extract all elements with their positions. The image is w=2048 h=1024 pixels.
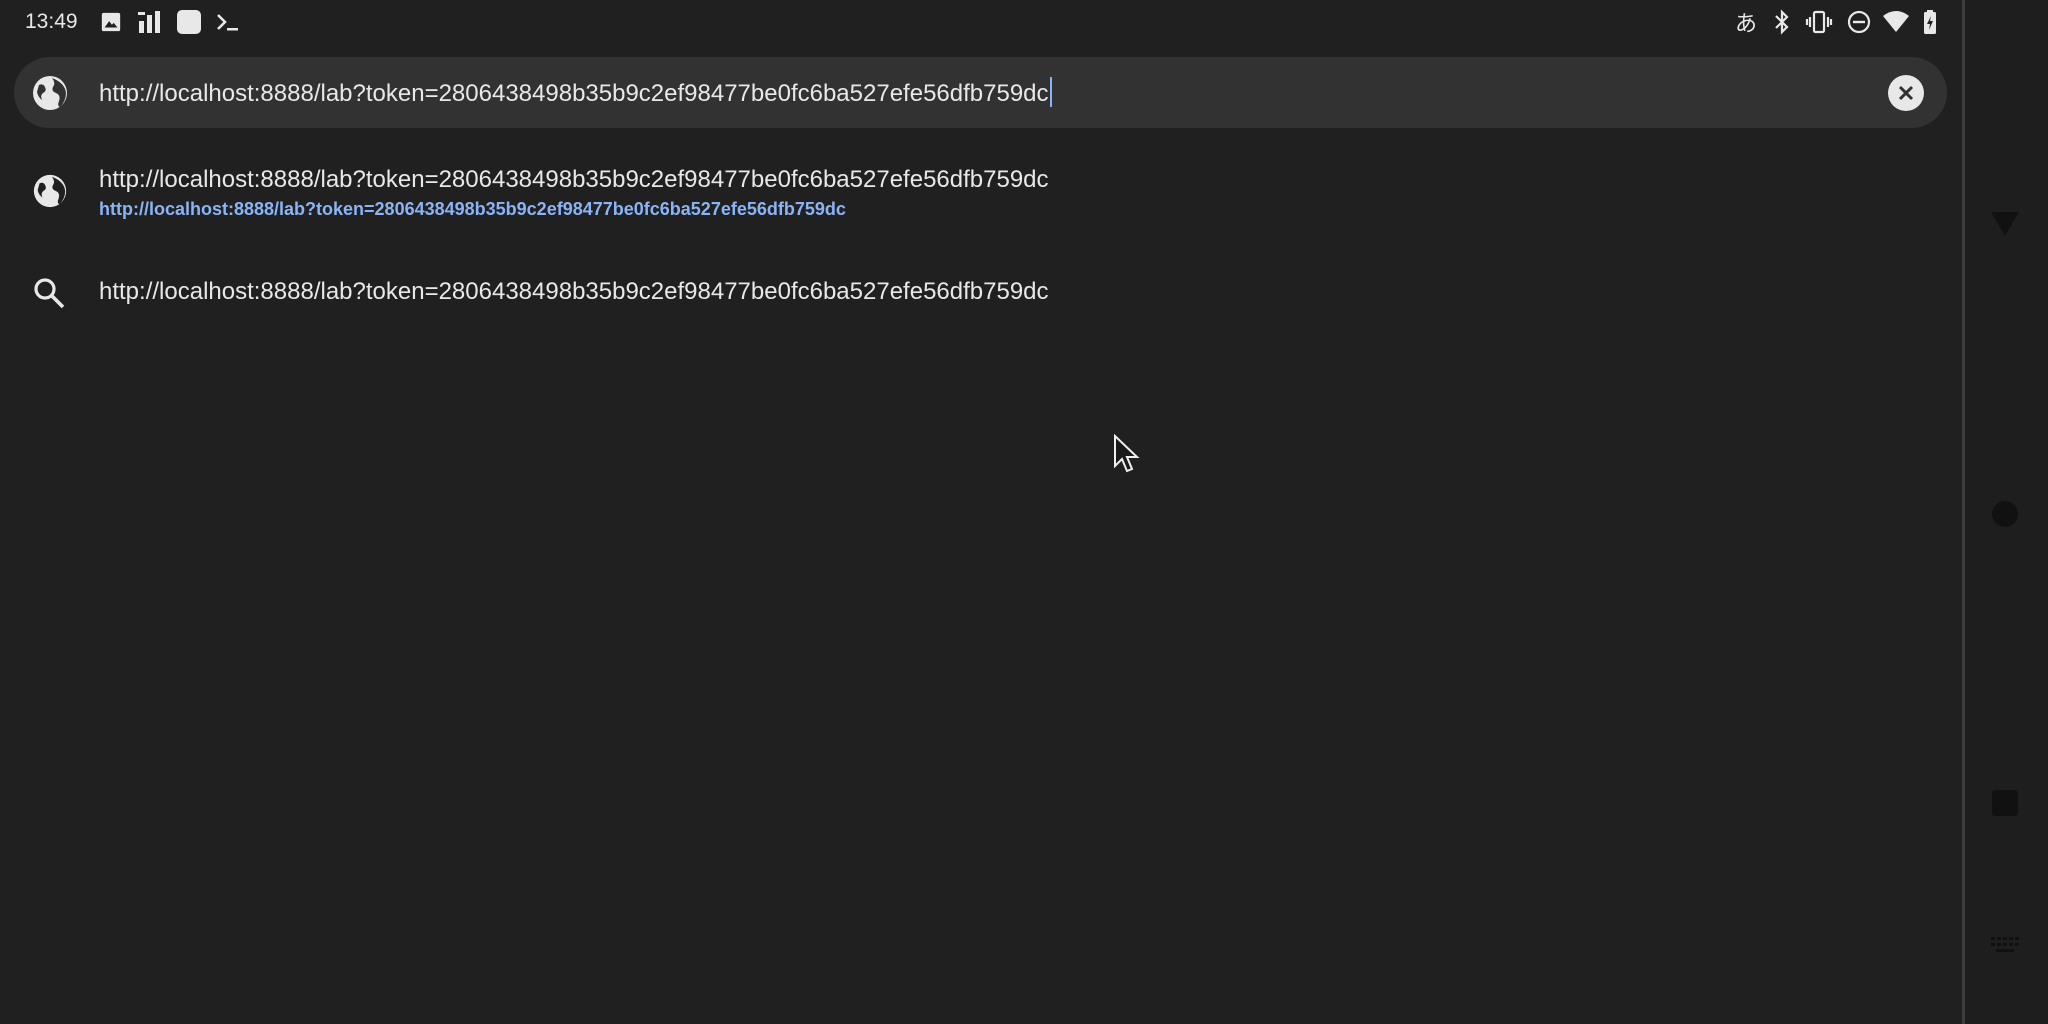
suggestion-url: http://localhost:8888/lab?token=28064384… [99, 199, 846, 219]
omnibox-input[interactable]: http://localhost:8888/lab?token=28064384… [99, 77, 1052, 108]
back-icon[interactable] [1985, 205, 2025, 241]
navigation-bar [1962, 0, 2048, 1024]
search-icon [31, 275, 69, 313]
image-icon [97, 8, 125, 36]
clear-button[interactable] [1888, 75, 1924, 111]
clear-icon [1898, 85, 1914, 101]
suggestion-item[interactable]: http://localhost:8888/lab?token=28064384… [0, 270, 1962, 320]
battery-icon [1916, 8, 1944, 36]
keyboard-icon[interactable] [1985, 930, 2025, 960]
omnibox-value: http://localhost:8888/lab?token=28064384… [99, 80, 1049, 107]
omnibox[interactable]: http://localhost:8888/lab?token=28064384… [14, 57, 1947, 128]
signal-bars-icon [136, 8, 164, 36]
globe-icon [31, 172, 69, 210]
home-icon[interactable] [1985, 494, 2025, 534]
wifi-icon [1882, 8, 1910, 36]
status-bar: 13:49 あ [0, 0, 1962, 44]
text-caret [1049, 77, 1052, 107]
japanese-input-icon: あ [1734, 11, 1757, 36]
status-clock: 13:49 [25, 10, 78, 33]
mouse-cursor-icon [1114, 434, 1140, 473]
square-app-icon [175, 8, 203, 36]
suggestion-title: http://localhost:8888/lab?token=28064384… [99, 278, 1049, 305]
bluetooth-icon [1768, 8, 1796, 36]
suggestion-title: http://localhost:8888/lab?token=28064384… [99, 166, 1049, 193]
globe-icon [30, 73, 70, 113]
vibrate-icon [1805, 8, 1833, 36]
recents-icon[interactable] [1985, 783, 2025, 823]
do-not-disturb-icon [1845, 8, 1873, 36]
terminal-icon [214, 8, 242, 36]
suggestion-item[interactable]: http://localhost:8888/lab?token=28064384… [0, 160, 1962, 230]
